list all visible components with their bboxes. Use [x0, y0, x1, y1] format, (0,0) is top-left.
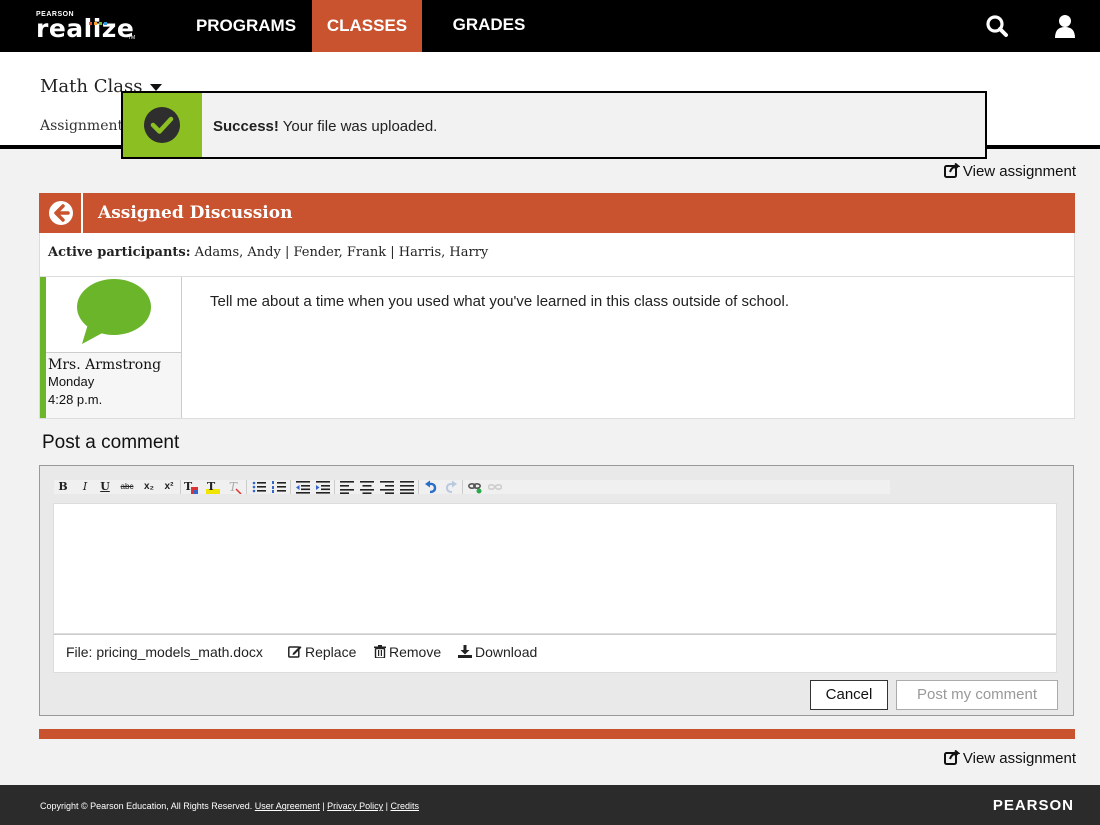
align-right-icon[interactable]: [380, 480, 394, 494]
align-justify-icon[interactable]: [400, 480, 414, 494]
download-icon: [458, 645, 472, 658]
arrow-left-circle-icon: [49, 201, 73, 225]
footer: Copyright © Pearson Education, All Right…: [0, 785, 1100, 825]
toast-status-strip: [123, 93, 202, 157]
external-link-icon: [943, 162, 961, 178]
download-file-button[interactable]: Download: [458, 644, 537, 660]
footer-copyright: Copyright © Pearson Education, All Right…: [40, 801, 420, 811]
replace-file-button[interactable]: Replace: [288, 644, 356, 660]
discussion-header: Assigned Discussion: [39, 193, 1075, 233]
realize-logo[interactable]: PEARSON realize TM: [36, 8, 136, 44]
comment-heading: Post a comment: [42, 432, 180, 453]
post-text: Tell me about a time when you used what …: [210, 293, 790, 310]
comment-textarea[interactable]: [53, 503, 1057, 634]
speech-bubble-icon: [77, 279, 151, 344]
top-nav: PEARSON realize TM PROGRAMS CLASSES GRAD…: [0, 0, 1100, 52]
align-center-icon[interactable]: [360, 480, 374, 494]
svg-text:T: T: [229, 480, 238, 494]
toolbar-separator: [180, 480, 181, 494]
success-toast: Success! Your file was uploaded.: [121, 91, 987, 159]
external-link-icon: [943, 749, 961, 765]
toast-body: Your file was uploaded.: [278, 118, 438, 135]
logo-dots: [89, 12, 109, 30]
back-button[interactable]: [39, 193, 83, 233]
user-icon[interactable]: [1052, 13, 1078, 39]
comment-editor: B I U abc x₂ x² T T T File: pricing_mode…: [39, 465, 1074, 716]
outdent-icon[interactable]: [296, 480, 310, 494]
search-icon[interactable]: [984, 13, 1010, 39]
trash-icon: [374, 645, 386, 659]
post-comment-button[interactable]: Post my comment: [896, 680, 1058, 710]
discussion-post: Mrs. Armstrong Monday 4:28 p.m. Tell me …: [39, 277, 1075, 419]
bulleted-list-icon[interactable]: [252, 480, 266, 494]
view-assignment-label: View assignment: [962, 163, 1076, 180]
link-icon[interactable]: [467, 480, 482, 494]
post-author-info: Mrs. Armstrong Monday 4:28 p.m.: [46, 353, 182, 418]
strikethrough-button[interactable]: abc: [118, 480, 136, 494]
view-assignment-label: View assignment: [962, 750, 1076, 767]
download-label: Download: [475, 644, 538, 660]
participants-label: Active participants:: [48, 245, 191, 260]
avatar: [46, 277, 182, 353]
check-circle-icon: [144, 107, 180, 143]
numbered-list-icon[interactable]: [272, 480, 286, 494]
remove-file-button[interactable]: Remove: [374, 644, 441, 660]
discussion-footer-bar: [39, 729, 1075, 739]
attached-file-name: File: pricing_models_math.docx: [66, 644, 263, 660]
svg-text:T: T: [207, 480, 216, 493]
nav-classes[interactable]: CLASSES: [312, 0, 422, 52]
redo-icon[interactable]: [444, 480, 458, 494]
user-agreement-link[interactable]: User Agreement: [255, 801, 320, 811]
view-assignment-link[interactable]: View assignment: [943, 749, 1076, 767]
remove-label: Remove: [389, 644, 442, 660]
logo-realize-text: realize: [36, 14, 135, 43]
discussion-title: Assigned Discussion: [98, 203, 293, 223]
pearson-logo: PEARSON: [992, 797, 1074, 814]
toolbar-separator: [290, 480, 291, 494]
superscript-button[interactable]: x²: [162, 480, 176, 494]
text-color-icon[interactable]: T: [184, 480, 198, 494]
privacy-policy-link[interactable]: Privacy Policy: [327, 801, 383, 811]
editor-toolbar: B I U abc x₂ x² T T T: [54, 480, 890, 495]
toolbar-separator: [334, 480, 335, 494]
edit-icon: [288, 646, 302, 658]
undo-icon[interactable]: [424, 480, 438, 494]
clear-format-icon[interactable]: T: [228, 480, 242, 495]
participants-list: Adams, Andy | Fender, Frank | Harris, Ha…: [190, 245, 489, 260]
nav-programs[interactable]: PROGRAMS: [188, 0, 304, 52]
underline-button[interactable]: U: [98, 480, 112, 494]
post-time: 4:28 p.m.: [48, 392, 103, 407]
bold-button[interactable]: B: [56, 480, 70, 494]
class-subnav-assignments[interactable]: Assignments: [40, 118, 130, 134]
unlink-icon[interactable]: [487, 480, 503, 494]
replace-label: Replace: [305, 644, 357, 660]
view-assignment-link[interactable]: View assignment: [943, 162, 1076, 180]
highlight-color-icon[interactable]: T: [206, 480, 220, 494]
align-left-icon[interactable]: [340, 480, 354, 494]
nav-grades[interactable]: GRADES: [444, 0, 534, 52]
active-participants: Active participants: Adams, Andy | Fende…: [39, 233, 1075, 277]
credits-link[interactable]: Credits: [391, 801, 420, 811]
post-day: Monday: [48, 374, 95, 389]
indent-icon[interactable]: [316, 480, 330, 494]
cancel-button[interactable]: Cancel: [810, 680, 888, 710]
copyright-text: Copyright © Pearson Education, All Right…: [40, 801, 253, 811]
toolbar-separator: [462, 480, 463, 494]
toolbar-separator: [418, 480, 419, 494]
logo-tm: TM: [128, 35, 136, 41]
toast-strong: Success!: [213, 118, 279, 135]
chevron-down-icon: [150, 83, 163, 91]
toolbar-separator: [246, 480, 247, 494]
italic-button[interactable]: I: [78, 480, 92, 494]
toast-message: Success! Your file was uploaded.: [213, 118, 437, 135]
subscript-button[interactable]: x₂: [142, 480, 156, 494]
attached-file-row: File: pricing_models_math.docx Replace R…: [53, 634, 1057, 673]
post-author: Mrs. Armstrong: [48, 357, 162, 373]
